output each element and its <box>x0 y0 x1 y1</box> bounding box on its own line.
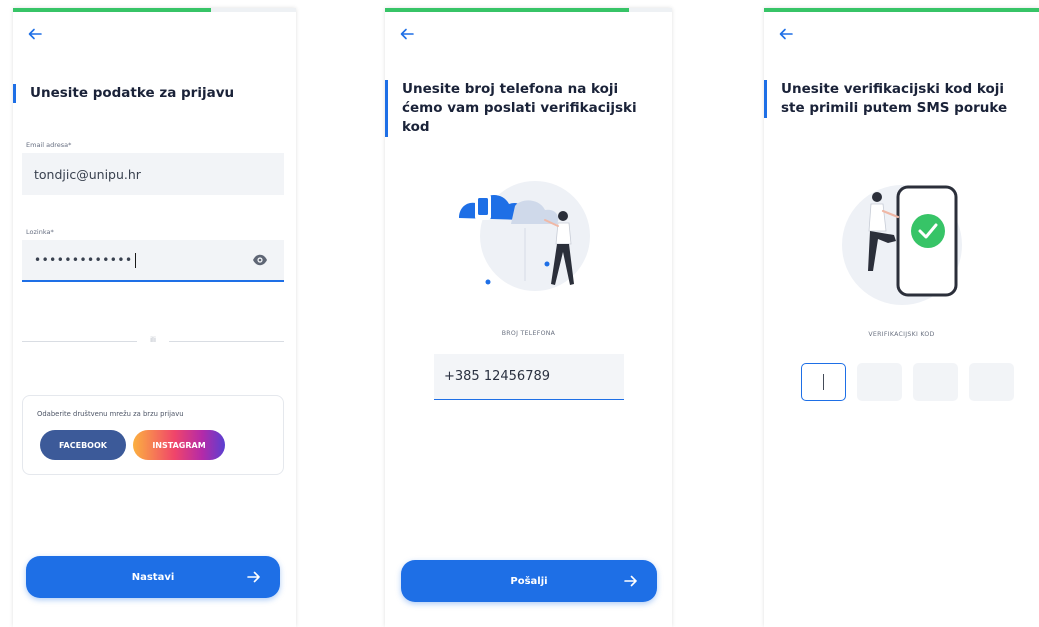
email-label: Email adresa* <box>26 141 72 149</box>
password-label: Lozinka* <box>26 228 54 236</box>
back-arrow-icon[interactable] <box>27 26 45 44</box>
facebook-button[interactable]: FACEBOOK <box>40 430 126 460</box>
phone-label: BROJ TELEFONA <box>501 330 556 337</box>
progress-fill <box>13 8 212 12</box>
phone-input[interactable]: +385 12456789 <box>434 354 624 400</box>
social-login-box: Odaberite društvenu mrežu za brzu prijav… <box>22 395 284 475</box>
code-digit-3[interactable] <box>913 363 958 401</box>
verification-illustration <box>830 173 970 313</box>
or-divider: ili <box>22 336 284 344</box>
text-caret <box>134 252 136 268</box>
progress-bar <box>385 8 672 12</box>
continue-label: Nastavi <box>131 571 175 583</box>
code-label: VERIFIKACIJSKI KOD <box>868 331 935 338</box>
code-digit-1[interactable] <box>801 363 846 401</box>
email-value: tondjic@unipu.hr <box>34 166 141 182</box>
send-label: Pošalji <box>510 575 548 587</box>
progress-bar <box>13 8 296 12</box>
code-digit-4[interactable] <box>969 363 1014 401</box>
code-input-row <box>801 363 1014 401</box>
eye-icon[interactable] <box>252 253 268 267</box>
phone-number-screen: Unesite broj telefona na koji ćemo vam p… <box>385 8 672 627</box>
progress-fill <box>764 8 1039 12</box>
phone-illustration <box>455 176 605 296</box>
divider-text: ili <box>150 336 156 344</box>
instagram-button[interactable]: INSTAGRAM <box>133 430 225 460</box>
code-digit-2[interactable] <box>857 363 902 401</box>
page-title: Unesite podatke za prijavu <box>13 84 282 103</box>
right-arrow-icon <box>623 573 639 589</box>
email-field[interactable]: tondjic@unipu.hr <box>22 153 284 195</box>
login-screen: Unesite podatke za prijavu Email adresa*… <box>13 8 296 627</box>
password-field[interactable]: ••••••••••••• <box>22 240 284 282</box>
text-caret <box>823 374 824 390</box>
send-button[interactable]: Pošalji <box>401 560 657 602</box>
page-title: Unesite broj telefona na koji ćemo vam p… <box>385 80 658 137</box>
back-arrow-icon[interactable] <box>399 26 417 44</box>
social-login-label: Odaberite društvenu mrežu za brzu prijav… <box>37 410 184 418</box>
right-arrow-icon <box>246 569 262 585</box>
progress-fill <box>385 8 629 12</box>
page-title: Unesite verifikacijski kod koji ste prim… <box>764 80 1025 118</box>
phone-value: +385 12456789 <box>444 369 551 384</box>
back-arrow-icon[interactable] <box>778 26 796 44</box>
verification-screen: Unesite verifikacijski kod koji ste prim… <box>764 8 1039 627</box>
continue-button[interactable]: Nastavi <box>26 556 280 598</box>
password-value: ••••••••••••• <box>34 253 133 267</box>
progress-bar <box>764 8 1039 12</box>
